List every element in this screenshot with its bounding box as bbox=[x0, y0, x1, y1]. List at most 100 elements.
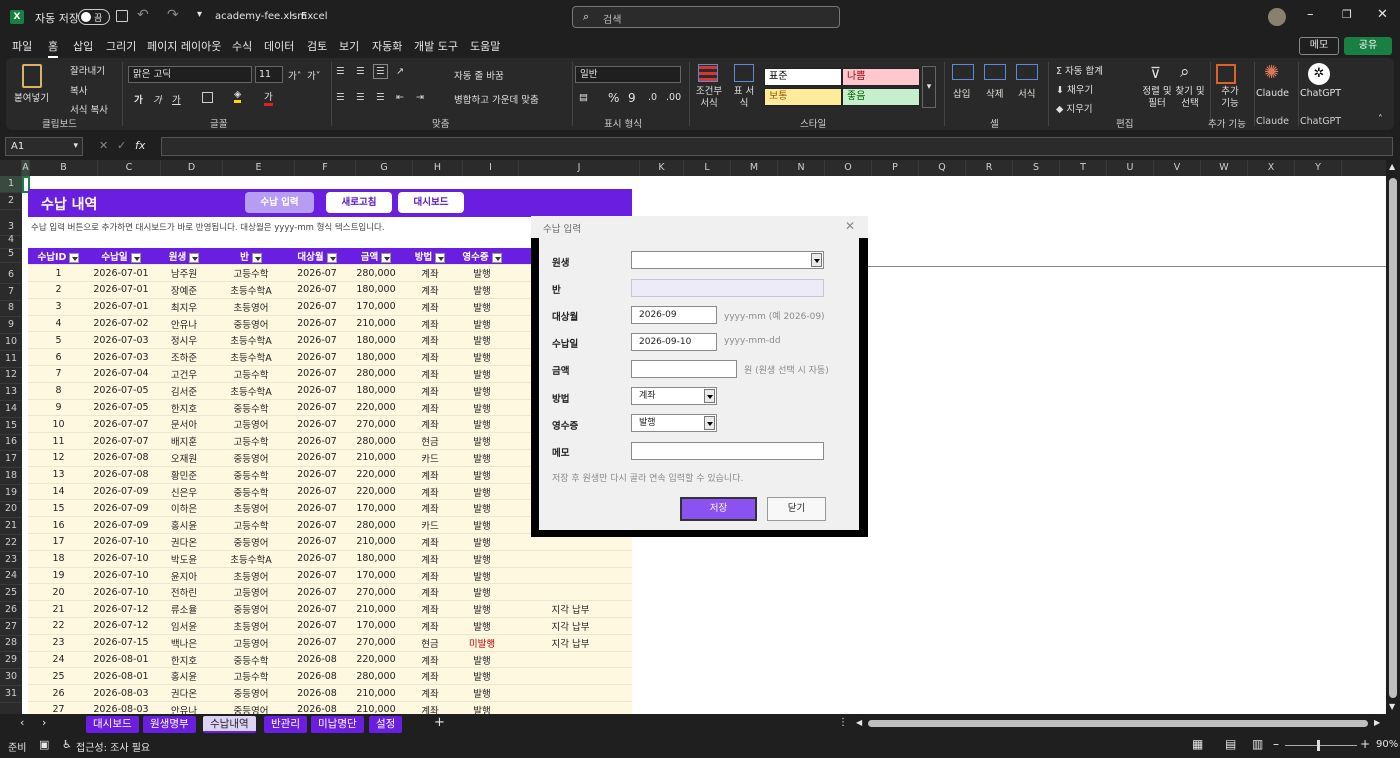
row-header[interactable]: 24 bbox=[0, 568, 22, 585]
redo-icon[interactable]: ↷ bbox=[167, 7, 179, 23]
table-cell[interactable]: 고등영어 bbox=[215, 634, 287, 652]
font-grow-icon[interactable]: 가˄ bbox=[288, 68, 302, 82]
table-cell[interactable]: 발행 bbox=[455, 298, 509, 316]
table-cell[interactable]: 계좌 bbox=[405, 667, 455, 686]
zoom-slider[interactable] bbox=[1285, 740, 1357, 751]
row-header[interactable]: 8 bbox=[0, 300, 22, 317]
tab-payments[interactable]: 수납내역 bbox=[203, 716, 256, 733]
table-cell[interactable]: 27 bbox=[28, 701, 89, 714]
table-cell[interactable]: 중등수학 bbox=[215, 483, 287, 501]
table-cell[interactable]: 2026-08 bbox=[287, 667, 347, 686]
table-cell[interactable]: 2026-08-03 bbox=[89, 684, 153, 703]
table-cell[interactable]: 270,000 bbox=[347, 634, 405, 652]
percent-icon[interactable]: % bbox=[608, 91, 619, 105]
table-cell[interactable]: 20 bbox=[28, 583, 89, 602]
close-window-icon[interactable]: ✕ bbox=[1377, 7, 1388, 22]
table-cell[interactable]: 계좌 bbox=[405, 499, 455, 518]
number-format-select[interactable]: 일반 bbox=[575, 66, 681, 83]
minimize-icon[interactable]: – bbox=[1307, 7, 1314, 22]
table-cell[interactable]: 홍시윤 bbox=[153, 516, 215, 535]
table-cell[interactable]: 발행 bbox=[455, 432, 509, 451]
table-cell[interactable]: 계좌 bbox=[405, 466, 455, 484]
table-cell[interactable]: 발행 bbox=[455, 264, 509, 283]
delete-cells-icon[interactable] bbox=[984, 64, 1006, 80]
row-header[interactable]: 31 bbox=[0, 686, 22, 703]
table-cell[interactable]: 초등영어 bbox=[215, 567, 287, 585]
wrap-text-button[interactable]: 자동 줄 바꿈 bbox=[454, 68, 504, 82]
table-cell[interactable]: 2026-08-01 bbox=[89, 667, 153, 686]
table-cell[interactable]: 2026-07 bbox=[287, 348, 347, 367]
row-header[interactable]: 12 bbox=[0, 367, 22, 384]
add-sheet-icon[interactable]: + bbox=[434, 715, 445, 730]
column-header[interactable]: T bbox=[1060, 160, 1107, 176]
row-header[interactable]: 21 bbox=[0, 518, 22, 535]
vertical-scrollbar[interactable]: ▲ ▼ bbox=[1386, 160, 1400, 714]
table-cell[interactable]: 2026-07 bbox=[287, 533, 347, 551]
table-cell[interactable]: 고등수학 bbox=[215, 432, 287, 451]
column-header[interactable]: H bbox=[413, 160, 463, 176]
row-header[interactable]: 10 bbox=[0, 334, 22, 351]
table-cell[interactable]: 고등수학 bbox=[215, 516, 287, 535]
table-cell[interactable]: 초등영어 bbox=[215, 499, 287, 518]
table-cell[interactable]: 발행 bbox=[455, 550, 509, 568]
filter-dropdown-icon[interactable] bbox=[130, 252, 141, 263]
table-cell[interactable]: 중등영어 bbox=[215, 533, 287, 551]
tab-settings[interactable]: 설정 bbox=[369, 716, 403, 733]
table-cell[interactable]: 2026-07-01 bbox=[89, 264, 153, 283]
format-cells-icon[interactable] bbox=[1016, 64, 1038, 80]
memo-button[interactable]: 메모 bbox=[1299, 37, 1339, 55]
table-cell[interactable]: 210,000 bbox=[347, 449, 405, 467]
table-cell[interactable]: 권다온 bbox=[153, 533, 215, 551]
row-header[interactable]: 18 bbox=[0, 468, 22, 485]
avatar[interactable] bbox=[1268, 8, 1286, 26]
table-cell[interactable]: 발행 bbox=[455, 331, 509, 350]
table-cell[interactable]: 지각 납부 bbox=[509, 600, 632, 619]
table-cell[interactable]: 고등영어 bbox=[215, 415, 287, 434]
undo-icon[interactable]: ↶ bbox=[137, 7, 149, 23]
claude-button[interactable]: Claude bbox=[1256, 88, 1289, 99]
format-cells-button[interactable]: 서식 bbox=[1018, 86, 1035, 100]
conditional-format-icon[interactable] bbox=[698, 64, 718, 82]
conditional-format-button[interactable]: 조건부 서식 bbox=[692, 86, 726, 110]
table-cell[interactable]: 2026-08 bbox=[287, 701, 347, 714]
underline-icon[interactable]: 가 bbox=[172, 92, 181, 106]
row-header[interactable]: 27 bbox=[0, 619, 22, 636]
orientation-icon[interactable]: ↗ bbox=[396, 66, 404, 77]
table-cell[interactable]: 장예준 bbox=[153, 281, 215, 299]
table-cell[interactable]: 발행 bbox=[455, 348, 509, 367]
table-cell[interactable]: 21 bbox=[28, 600, 89, 619]
ribbon-collapse-icon[interactable]: ˄ bbox=[1378, 114, 1383, 125]
table-cell[interactable]: 중등영어 bbox=[215, 600, 287, 619]
chatgpt-icon[interactable]: ✲ bbox=[1308, 63, 1330, 85]
table-cell[interactable]: 170,000 bbox=[347, 617, 405, 635]
table-header-cell[interactable]: 영수증 bbox=[455, 248, 509, 266]
table-cell[interactable]: 발행 bbox=[455, 466, 509, 484]
table-header-cell[interactable]: 수납일 bbox=[89, 248, 153, 266]
table-cell[interactable]: 현금 bbox=[405, 432, 455, 451]
table-cell[interactable]: 3 bbox=[28, 298, 89, 316]
more-tabs-icon[interactable]: ⋮ bbox=[838, 717, 848, 728]
table-cell[interactable]: 계좌 bbox=[405, 701, 455, 714]
clear-button[interactable]: ◆ 지우기 bbox=[1056, 101, 1093, 115]
table-cell[interactable]: 2 bbox=[28, 281, 89, 299]
table-cell[interactable]: 안유나 bbox=[153, 315, 215, 333]
table-cell[interactable]: 2026-07-09 bbox=[89, 499, 153, 518]
table-cell[interactable]: 발행 bbox=[455, 533, 509, 551]
table-cell[interactable]: 중등영어 bbox=[215, 684, 287, 703]
table-cell[interactable]: 2026-08-01 bbox=[89, 651, 153, 669]
table-cell[interactable]: 발행 bbox=[455, 449, 509, 467]
table-cell[interactable]: 윤지아 bbox=[153, 567, 215, 585]
table-cell[interactable]: 권다온 bbox=[153, 684, 215, 703]
table-cell[interactable]: 280,000 bbox=[347, 516, 405, 535]
column-header[interactable]: G bbox=[356, 160, 413, 176]
comma-icon[interactable]: 9 bbox=[628, 91, 636, 105]
table-cell[interactable]: 발행 bbox=[455, 600, 509, 619]
dialog-close-icon[interactable]: ✕ bbox=[845, 219, 855, 233]
row-header[interactable]: 16 bbox=[0, 434, 22, 451]
table-cell[interactable]: 18 bbox=[28, 550, 89, 568]
table-cell[interactable]: 220,000 bbox=[347, 483, 405, 501]
table-cell[interactable]: 280,000 bbox=[347, 432, 405, 451]
table-cell[interactable]: 한지호 bbox=[153, 651, 215, 669]
table-cell[interactable]: 2026-07 bbox=[287, 634, 347, 652]
column-header[interactable]: B bbox=[30, 160, 98, 176]
